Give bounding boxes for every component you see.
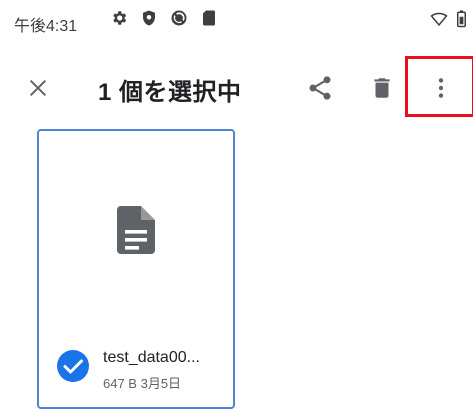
status-bar: 午後4:31: [0, 0, 473, 40]
file-card[interactable]: test_data00... 647 B 3月5日: [37, 129, 235, 409]
file-name: test_data00...: [103, 349, 200, 366]
wifi-icon: [430, 10, 448, 33]
close-icon: [29, 79, 47, 97]
document-icon: [117, 206, 155, 254]
share-icon: [309, 76, 331, 100]
delete-icon: [374, 78, 390, 98]
battery-icon: [456, 10, 467, 33]
gear-icon: [110, 9, 128, 32]
file-preview: [39, 131, 233, 329]
highlight-box: [405, 56, 473, 117]
sd-card-icon: [200, 9, 218, 32]
selection-toolbar: 1 個を選択中: [0, 44, 473, 128]
page-title: 1 個を選択中: [98, 79, 242, 106]
file-meta: 647 B 3月5日: [103, 376, 182, 391]
status-time: 午後4:31: [14, 18, 78, 35]
sync-icon: [170, 9, 188, 32]
close-button[interactable]: [20, 70, 56, 106]
share-button[interactable]: [300, 68, 340, 108]
shield-icon: [140, 9, 158, 32]
status-icons: [110, 10, 218, 30]
delete-button[interactable]: [362, 68, 402, 108]
status-right-icons: [430, 10, 467, 33]
checkmark-icon[interactable]: [56, 349, 90, 383]
